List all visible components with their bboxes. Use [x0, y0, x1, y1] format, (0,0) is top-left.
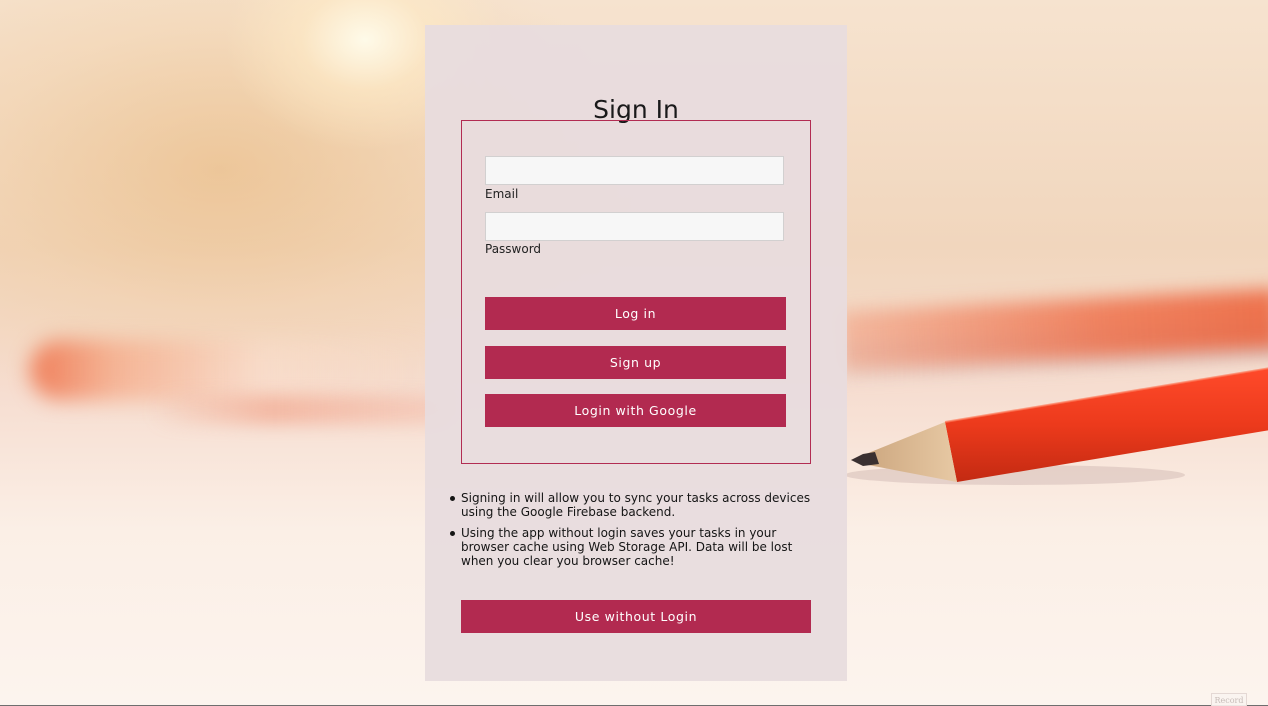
use-without-login-button[interactable]: Use without Login — [461, 600, 811, 633]
email-input[interactable] — [485, 156, 784, 185]
info-notes-list: Signing in will allow you to sync your t… — [450, 491, 820, 575]
login-button[interactable]: Log in — [485, 297, 786, 330]
password-label: Password — [485, 242, 542, 256]
red-pencil-illustration — [845, 367, 1268, 485]
sign-in-panel: Sign In Email Password Log in Sign up Lo… — [425, 25, 847, 681]
blurred-pencil-shadow-left — [150, 395, 450, 425]
record-badge[interactable]: Record — [1211, 693, 1247, 706]
page-title: Sign In — [593, 95, 679, 124]
list-item: Using the app without login saves your t… — [450, 526, 820, 568]
email-label: Email — [485, 187, 519, 201]
login-with-google-button[interactable]: Login with Google — [485, 394, 786, 427]
blurred-pencil-left — [30, 340, 450, 400]
list-item: Signing in will allow you to sync your t… — [450, 491, 820, 519]
signup-button[interactable]: Sign up — [485, 346, 786, 379]
login-form: Email Password Log in Sign up Login with… — [461, 120, 811, 464]
password-input[interactable] — [485, 212, 784, 241]
